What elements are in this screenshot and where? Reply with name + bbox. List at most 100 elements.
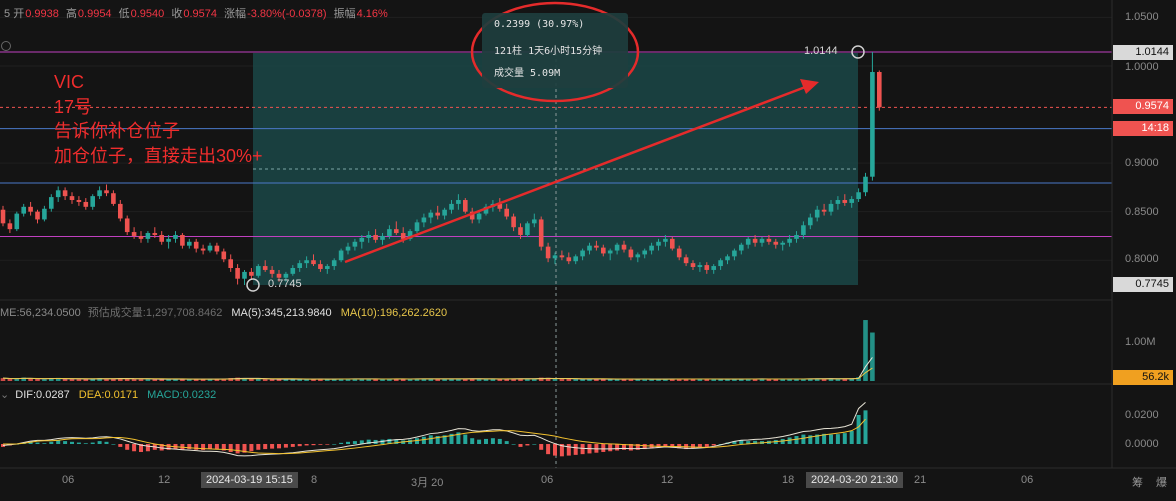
- macd-bar: [90, 442, 95, 444]
- collapse-chevron-icon[interactable]: ⌄: [0, 389, 9, 401]
- candle-body: [373, 234, 378, 240]
- candle-body: [138, 235, 144, 239]
- macd-bar: [277, 444, 281, 449]
- chip-distribution-button[interactable]: 筹: [1132, 474, 1143, 490]
- candle-body: [90, 196, 95, 207]
- macd-bar: [553, 444, 557, 456]
- volume-ma10-value: MA(10):196,262.2620: [340, 307, 448, 319]
- macd-bar: [125, 444, 130, 450]
- candle-body: [242, 271, 247, 279]
- candle-body: [856, 192, 861, 200]
- macd-bar: [311, 444, 316, 446]
- price-tick-0900: 0.9000: [1125, 157, 1159, 169]
- liquidation-button[interactable]: 爆: [1156, 474, 1167, 490]
- candle-body: [787, 238, 792, 243]
- candle-body: [311, 260, 316, 265]
- time-tick-mar20: 3月 20: [411, 477, 444, 489]
- volume-bar: [573, 379, 578, 381]
- macd-bar: [421, 436, 426, 444]
- price-tick-0800: 0.8000: [1125, 253, 1159, 265]
- candle-body: [338, 250, 344, 261]
- close-value: 0.9574: [183, 8, 217, 20]
- candle-body: [249, 271, 254, 276]
- candle-body: [663, 238, 668, 242]
- candle-body: [566, 257, 572, 262]
- macd-bar: [463, 434, 468, 444]
- macd-bar: [711, 444, 716, 446]
- macd-bar: [325, 444, 330, 445]
- macd-tick-0020: 0.0200: [1125, 409, 1159, 421]
- macd-bar: [346, 441, 350, 444]
- macd-value: MACD:0.0232: [147, 389, 217, 401]
- macd-bar: [532, 444, 537, 445]
- indicator-settings-icon[interactable]: [1, 41, 11, 51]
- macd-bar: [256, 444, 261, 450]
- macd-bar: [504, 441, 509, 444]
- macd-bar: [428, 435, 433, 444]
- candle-body: [214, 245, 220, 252]
- macd-bar: [118, 444, 123, 447]
- macd-bar: [304, 444, 309, 446]
- volume-tick-1m: 1.00M: [1125, 336, 1156, 348]
- high-price-label: 1.0144: [804, 45, 838, 57]
- candle-body: [325, 266, 330, 269]
- candle-body: [318, 264, 323, 269]
- candle-body: [290, 268, 296, 274]
- candle-body: [725, 256, 730, 261]
- candle-body: [152, 233, 158, 235]
- candle-body: [256, 266, 261, 276]
- macd-bar: [263, 444, 268, 450]
- candle-body: [559, 255, 565, 258]
- candle-body: [635, 254, 641, 258]
- candle-body: [62, 190, 68, 197]
- candle-body: [463, 200, 468, 212]
- candle-body: [690, 263, 696, 268]
- candle-body: [676, 248, 682, 258]
- macd-bar: [235, 444, 240, 454]
- candle-body: [773, 241, 779, 245]
- candle-body: [111, 193, 116, 204]
- candle-body: [518, 227, 523, 235]
- candle-body: [366, 234, 371, 238]
- candle-body: [594, 245, 599, 248]
- open-label: 开: [13, 8, 25, 20]
- candle-body: [538, 219, 544, 247]
- candle-body: [297, 263, 302, 269]
- volume-bar: [69, 379, 75, 381]
- macd-bar: [132, 444, 137, 452]
- candle-body: [476, 213, 482, 220]
- candle-body: [0, 209, 6, 224]
- dif-value: DIF:0.0287: [15, 389, 70, 401]
- macd-bar: [497, 438, 502, 444]
- macd-bar: [297, 444, 302, 447]
- candle-body: [842, 200, 848, 203]
- volume-bar: [14, 379, 20, 381]
- candle-body: [752, 238, 758, 243]
- candle-body: [7, 223, 13, 230]
- candle-body: [766, 238, 772, 242]
- candle-body: [200, 248, 206, 251]
- tooltip-volume: 成交量 5.09M: [494, 68, 561, 79]
- macd-bar: [249, 444, 254, 452]
- high-label: 高: [65, 8, 77, 20]
- price-tick-0850: 0.8500: [1125, 206, 1159, 218]
- candle-body: [835, 200, 841, 204]
- candle-body: [380, 235, 385, 240]
- candle-body: [456, 200, 461, 204]
- amplitude-value: 4.16%: [356, 8, 388, 20]
- macd-bar: [63, 441, 68, 444]
- volume-bar: [870, 332, 875, 381]
- candle-body: [656, 241, 661, 246]
- macd-bar: [83, 443, 88, 444]
- macd-bar: [56, 440, 61, 444]
- macd-bar: [97, 441, 102, 444]
- candle-body: [331, 260, 337, 267]
- candle-body: [304, 260, 309, 264]
- candle-body: [587, 245, 592, 251]
- volume-ma5-value: MA(5):345,213.9840: [231, 307, 332, 319]
- macd-bar: [608, 444, 613, 452]
- time-tick-12-a: 12: [158, 474, 171, 486]
- amplitude-label: 振幅: [333, 8, 356, 20]
- macd-bar: [691, 444, 695, 449]
- candle-body: [552, 255, 558, 259]
